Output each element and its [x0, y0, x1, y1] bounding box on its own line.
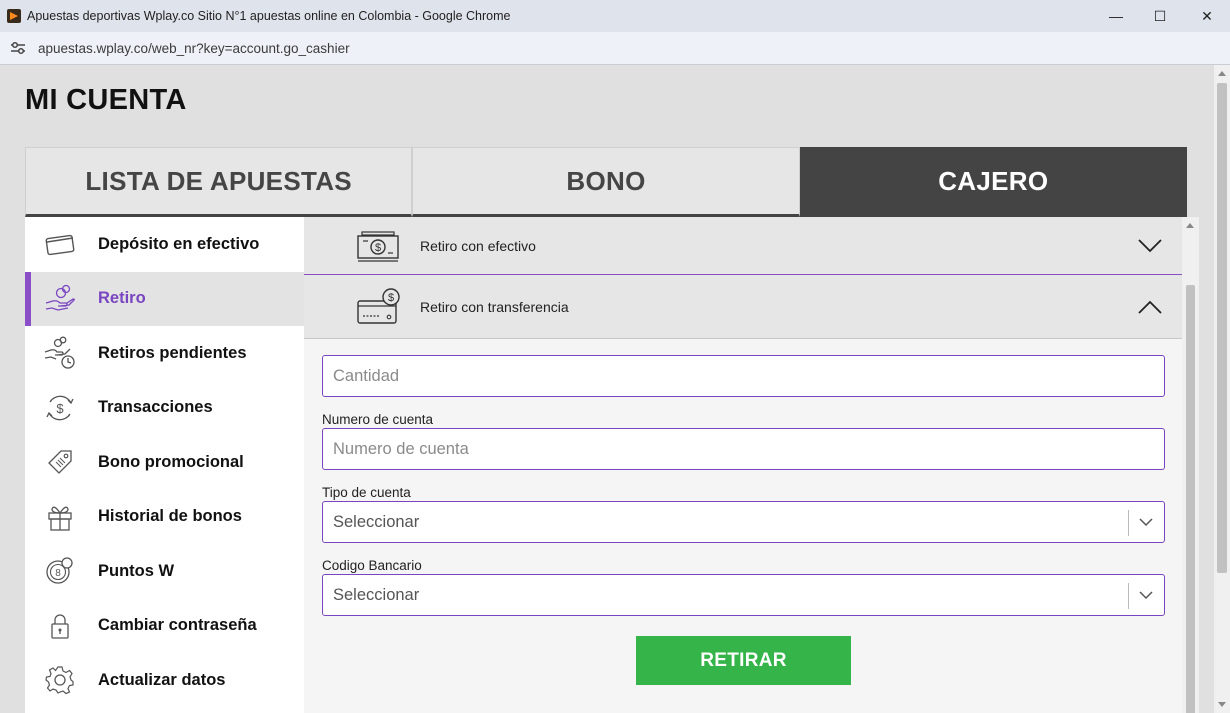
card-dollar-icon: $	[357, 287, 400, 324]
maximize-button[interactable]: ☐	[1137, 0, 1183, 32]
transfer-form: Numero de cuenta Tipo de cuenta Seleccio…	[304, 339, 1182, 685]
svg-text:8: 8	[55, 568, 61, 579]
bank-code-select[interactable]: Seleccionar	[322, 574, 1165, 616]
amount-input[interactable]	[322, 355, 1165, 397]
sidebar-item-actualizar-datos[interactable]: Actualizar datos	[25, 653, 304, 708]
account-number-input[interactable]	[322, 428, 1165, 470]
svg-text:$: $	[375, 242, 381, 254]
panel-scrollbar[interactable]	[1182, 217, 1199, 713]
cash-bills-icon: $	[357, 230, 399, 262]
accordion-label: Retiro con efectivo	[420, 237, 536, 254]
account-type-value: Seleccionar	[333, 512, 420, 531]
account-type-label: Tipo de cuenta	[322, 485, 411, 500]
window-title: Apuestas deportivas Wplay.co Sitio N°1 a…	[27, 9, 511, 23]
sidebar-item-label: Actualizar datos	[98, 670, 226, 689]
address-bar[interactable]: apuestas.wplay.co/web_nr?key=account.go_…	[0, 32, 1230, 65]
scroll-up-arrow-icon[interactable]	[1186, 223, 1194, 228]
accordion-retiro-efectivo[interactable]: $ Retiro con efectivo	[304, 217, 1182, 275]
chevron-down-icon[interactable]	[1138, 238, 1162, 253]
sidebar-item-transacciones[interactable]: $ Transacciones	[25, 381, 304, 436]
scroll-up-arrow-icon[interactable]	[1218, 71, 1226, 76]
chevron-down-icon[interactable]	[1139, 517, 1153, 527]
tag-icon	[43, 445, 77, 479]
scrollbar-thumb[interactable]	[1217, 83, 1227, 573]
scroll-down-arrow-icon[interactable]	[1218, 702, 1226, 707]
minimize-button[interactable]: —	[1093, 0, 1139, 32]
browser-title-bar: Apuestas deportivas Wplay.co Sitio N°1 a…	[0, 0, 1230, 32]
accordion-retiro-transferencia[interactable]: $ Retiro con transferencia	[304, 275, 1182, 339]
sidebar-item-label: Bono promocional	[98, 452, 244, 471]
svg-text:$: $	[56, 401, 64, 416]
account-tabs: LISTA DE APUESTAS BONO CAJERO	[25, 147, 1187, 217]
sidebar-item-puntos-w[interactable]: 8 Puntos W	[25, 544, 304, 599]
sidebar-item-retiros-pendientes[interactable]: Retiros pendientes	[25, 326, 304, 381]
retirar-button[interactable]: RETIRAR	[636, 636, 851, 685]
hand-money-icon	[43, 282, 77, 316]
close-button[interactable]: ✕	[1184, 0, 1230, 32]
sidebar-item-label: Transacciones	[98, 398, 213, 417]
card-icon	[43, 227, 77, 261]
bank-code-label: Codigo Bancario	[322, 558, 422, 573]
sidebar-item-deposito[interactable]: Depósito en efectivo	[25, 217, 304, 272]
sidebar-item-historial-de-bonos[interactable]: Historial de bonos	[25, 490, 304, 545]
sidebar-item-cambiar-contrasena[interactable]: Cambiar contraseña	[25, 599, 304, 654]
site-settings-icon[interactable]	[10, 41, 26, 55]
tab-cajero[interactable]: CAJERO	[799, 147, 1187, 217]
coins-icon: 8	[43, 554, 77, 588]
account-number-label: Numero de cuenta	[322, 412, 434, 427]
gear-icon	[43, 663, 77, 697]
tab-bono[interactable]: BONO	[412, 147, 800, 217]
accordion-label: Retiro con transferencia	[420, 298, 569, 315]
sidebar-item-label: Puntos W	[98, 561, 175, 580]
tab-lista-de-apuestas[interactable]: LISTA DE APUESTAS	[25, 147, 413, 217]
account-type-select[interactable]: Seleccionar	[322, 501, 1165, 543]
sidebar-item-retiro[interactable]: Retiro	[25, 271, 304, 326]
page-content: MI CUENTA LISTA DE APUESTAS BONO CAJERO …	[0, 65, 1214, 713]
cashier-sidebar: Depósito en efectivo Retiro Retiros pend…	[25, 217, 304, 713]
dollar-refresh-icon: $	[43, 391, 77, 425]
pending-withdrawal-icon	[43, 336, 77, 370]
bank-code-value: Seleccionar	[333, 585, 420, 604]
sidebar-item-label: Retiros pendientes	[98, 343, 247, 362]
page-title: MI CUENTA	[25, 84, 187, 116]
sidebar-item-bono-promocional[interactable]: Bono promocional	[25, 435, 304, 490]
select-separator	[1128, 583, 1129, 609]
select-separator	[1128, 510, 1129, 536]
site-favicon-icon	[7, 9, 21, 23]
sidebar-item-label: Historial de bonos	[98, 507, 242, 526]
withdrawal-panel: $ Retiro con efectivo $ Retiro con trans…	[304, 217, 1182, 713]
chevron-down-icon[interactable]	[1139, 590, 1153, 600]
svg-text:$: $	[388, 292, 394, 304]
url-text[interactable]: apuestas.wplay.co/web_nr?key=account.go_…	[38, 41, 350, 56]
gift-icon	[43, 500, 77, 534]
chevron-up-icon[interactable]	[1138, 300, 1162, 314]
sidebar-item-label: Depósito en efectivo	[98, 234, 260, 253]
page-scrollbar[interactable]	[1214, 65, 1230, 713]
sidebar-item-label: Retiro	[98, 289, 146, 308]
lock-icon	[43, 609, 77, 643]
sidebar-item-label: Cambiar contraseña	[98, 616, 257, 635]
scrollbar-thumb[interactable]	[1186, 285, 1195, 713]
